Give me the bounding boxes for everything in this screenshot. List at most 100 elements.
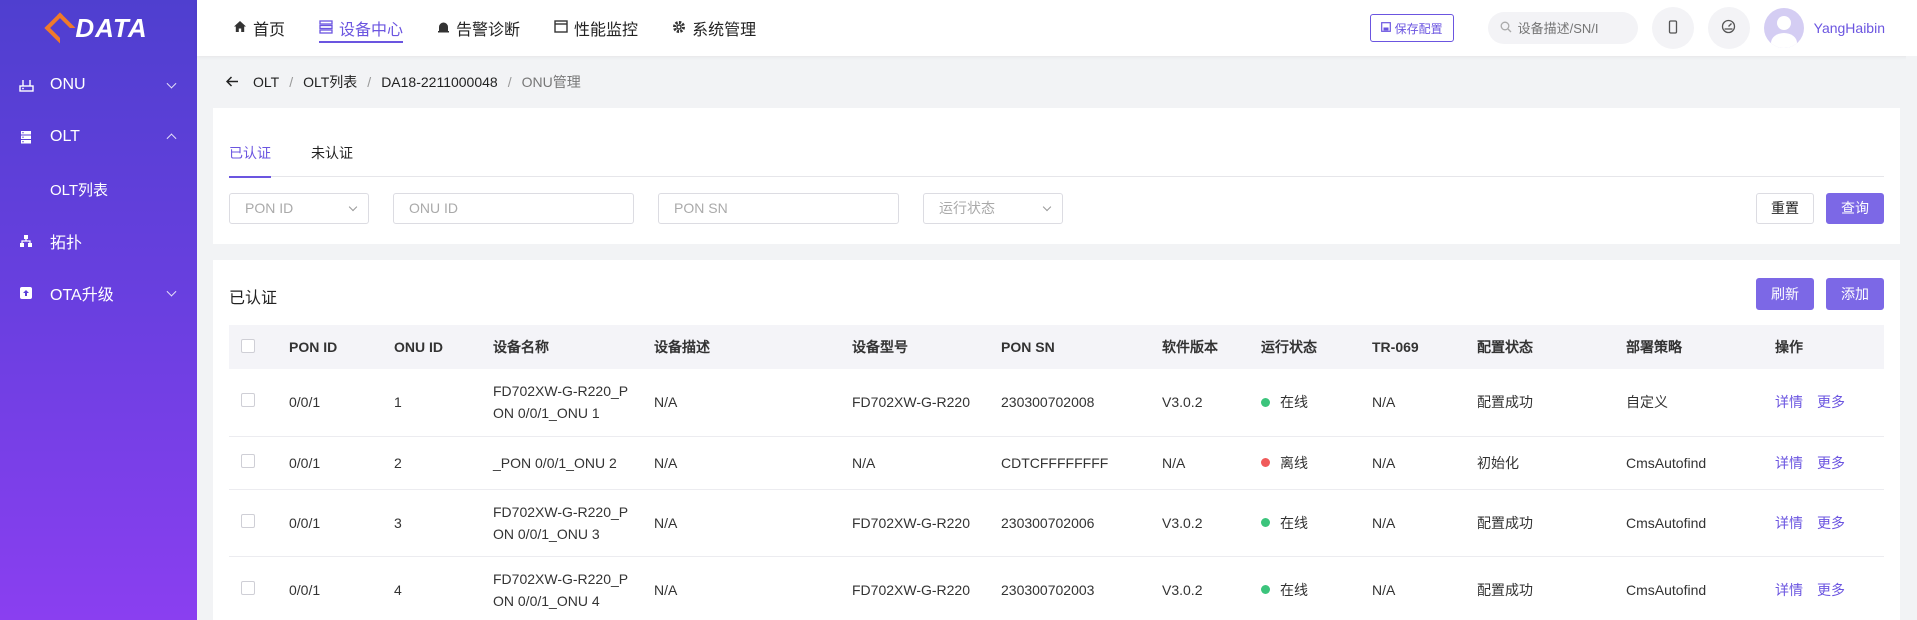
nav-item-device-center[interactable]: 设备中心 (319, 0, 404, 56)
column-header[interactable]: PON SN (993, 325, 1154, 369)
topology-icon (18, 233, 34, 249)
logo-diamond-icon (44, 12, 76, 44)
breadcrumb-item-olt-list[interactable]: OLT列表 (303, 72, 357, 92)
dashboard-button[interactable] (1707, 7, 1750, 49)
pon-sn-input[interactable]: PON SN (658, 192, 899, 224)
router-icon (18, 77, 34, 93)
alarm-icon (437, 20, 450, 36)
breadcrumb-item-device[interactable]: DA18-2211000048 (381, 74, 498, 90)
sidebar-item-topology[interactable]: 拓扑 (0, 215, 197, 267)
table-row[interactable]: 0/0/1 3 FD702XW-G-R220_P ON 0/0/1_ONU 3 N… (229, 489, 1884, 557)
sidebar-subitem-olt-list[interactable]: OLT列表 (0, 163, 197, 215)
cell-desc: N/A (646, 369, 844, 437)
column-header[interactable]: 配置状态 (1469, 325, 1618, 369)
row-checkbox[interactable] (241, 393, 255, 408)
chevron-down-icon (166, 78, 177, 89)
pon-sn-placeholder: PON SN (674, 200, 728, 216)
sidebar: DATA ONU OLT OLT列表 拓扑 OTA升级 (0, 0, 197, 620)
column-header[interactable]: ONU ID (386, 325, 485, 369)
column-header[interactable]: 软件版本 (1154, 325, 1253, 369)
device-icon (319, 19, 333, 37)
nav-item-system[interactable]: 系统管理 (672, 0, 756, 56)
avatar[interactable] (1763, 8, 1804, 48)
cell-model: FD702XW-G-R220 (844, 369, 993, 437)
more-link[interactable]: 更多 (1817, 455, 1845, 471)
vertical-scrollbar[interactable] (1906, 56, 1917, 620)
cell-device-name: FD702XW-G-R220_P ON 0/0/1_ONU 4 (485, 556, 646, 620)
sidebar-item-olt[interactable]: OLT (0, 111, 197, 163)
breadcrumb-item-olt[interactable]: OLT (253, 74, 279, 90)
more-link[interactable]: 更多 (1817, 394, 1845, 410)
more-link[interactable]: 更多 (1817, 582, 1845, 598)
column-header[interactable]: TR-069 (1364, 325, 1469, 369)
status-label: 离线 (1280, 454, 1308, 471)
row-checkbox[interactable] (241, 513, 255, 528)
table-actions: 刷新 添加 (1756, 278, 1884, 310)
status-online-dot (1261, 585, 1270, 595)
more-link[interactable]: 更多 (1817, 515, 1845, 531)
status-online-dot (1261, 518, 1270, 528)
cell-actions: 详情 更多 (1767, 436, 1884, 490)
nav-item-alarm[interactable]: 告警诊断 (437, 0, 520, 56)
table-row[interactable]: 0/0/1 4 FD702XW-G-R220_P ON 0/0/1_ONU 4 N… (229, 556, 1884, 620)
mobile-button[interactable] (1651, 7, 1694, 49)
row-checkbox[interactable] (241, 453, 255, 468)
nav-item-label: 设备中心 (339, 22, 404, 39)
cell-version: V3.0.2 (1154, 556, 1253, 620)
cell-pon-id: 0/0/1 (281, 436, 386, 490)
column-header[interactable]: 设备名称 (485, 325, 646, 369)
cell-config: 配置成功 (1469, 369, 1618, 437)
cell-tr069: N/A (1364, 436, 1469, 490)
refresh-button[interactable]: 刷新 (1756, 278, 1814, 310)
cell-desc: N/A (646, 436, 844, 490)
nav-item-monitor[interactable]: 性能监控 (554, 0, 638, 56)
status-label: 在线 (1280, 394, 1308, 411)
nav-item-label: 性能监控 (574, 22, 639, 39)
row-checkbox[interactable] (241, 580, 255, 595)
search-input[interactable] (1517, 20, 1628, 36)
select-all-checkbox[interactable] (241, 338, 255, 353)
detail-link[interactable]: 详情 (1775, 582, 1803, 598)
sidebar-item-label: OTA升级 (50, 287, 114, 304)
sidebar-item-ota[interactable]: OTA升级 (0, 267, 197, 319)
column-header[interactable]: 设备型号 (844, 325, 993, 369)
nav-item-home[interactable]: 首页 (233, 0, 285, 56)
tab-authenticated[interactable]: 已认证 (229, 140, 271, 178)
save-config-button[interactable]: 保存配置 (1369, 14, 1454, 42)
query-button[interactable]: 查询 (1826, 192, 1884, 224)
cell-model: FD702XW-G-R220 (844, 489, 993, 557)
name-line: FD702XW-G-R220_P (493, 383, 629, 400)
column-header[interactable]: 设备描述 (646, 325, 844, 369)
chevron-down-icon (166, 286, 177, 297)
cell-status: 在线 (1253, 489, 1364, 557)
search-box[interactable] (1487, 12, 1638, 44)
cell-tr069: N/A (1364, 556, 1469, 620)
column-header[interactable]: PON ID (281, 325, 386, 369)
logo-text: DATA (75, 12, 148, 43)
table-row[interactable]: 0/0/1 1 FD702XW-G-R220_P ON 0/0/1_ONU 1 N… (229, 369, 1884, 437)
detail-link[interactable]: 详情 (1775, 455, 1803, 471)
detail-link[interactable]: 详情 (1775, 515, 1803, 531)
column-header[interactable]: 运行状态 (1253, 325, 1364, 369)
username[interactable]: YangHaibin (1814, 20, 1885, 36)
search-icon (1500, 21, 1512, 36)
back-arrow-icon[interactable] (225, 74, 239, 90)
cell-onu-id: 1 (386, 369, 485, 437)
name-line: _PON 0/0/1_ONU 2 (493, 454, 617, 471)
onu-id-input[interactable]: ONU ID (393, 192, 634, 224)
sidebar-item-onu[interactable]: ONU (0, 59, 197, 111)
detail-link[interactable]: 详情 (1775, 394, 1803, 410)
logo[interactable]: DATA (0, 0, 197, 56)
table-header-row: PON ID ONU ID 设备名称 设备描述 设备型号 PON SN 软件版本… (229, 325, 1884, 369)
tab-unauthenticated[interactable]: 未认证 (311, 140, 353, 177)
logo-mark: DATA (44, 12, 148, 44)
cell-onu-id: 3 (386, 489, 485, 557)
add-button[interactable]: 添加 (1826, 278, 1884, 310)
status-select[interactable]: 运行状态 (923, 192, 1063, 224)
column-header[interactable]: 部署策略 (1618, 325, 1767, 369)
reset-button[interactable]: 重置 (1756, 192, 1814, 224)
cell-pon-id: 0/0/1 (281, 556, 386, 620)
sidebar-item-label: OLT (50, 128, 80, 145)
pon-id-select[interactable]: PON ID (229, 192, 369, 224)
table-row[interactable]: 0/0/1 2 _PON 0/0/1_ONU 2 N/A N/A CDTCFFF… (229, 436, 1884, 490)
